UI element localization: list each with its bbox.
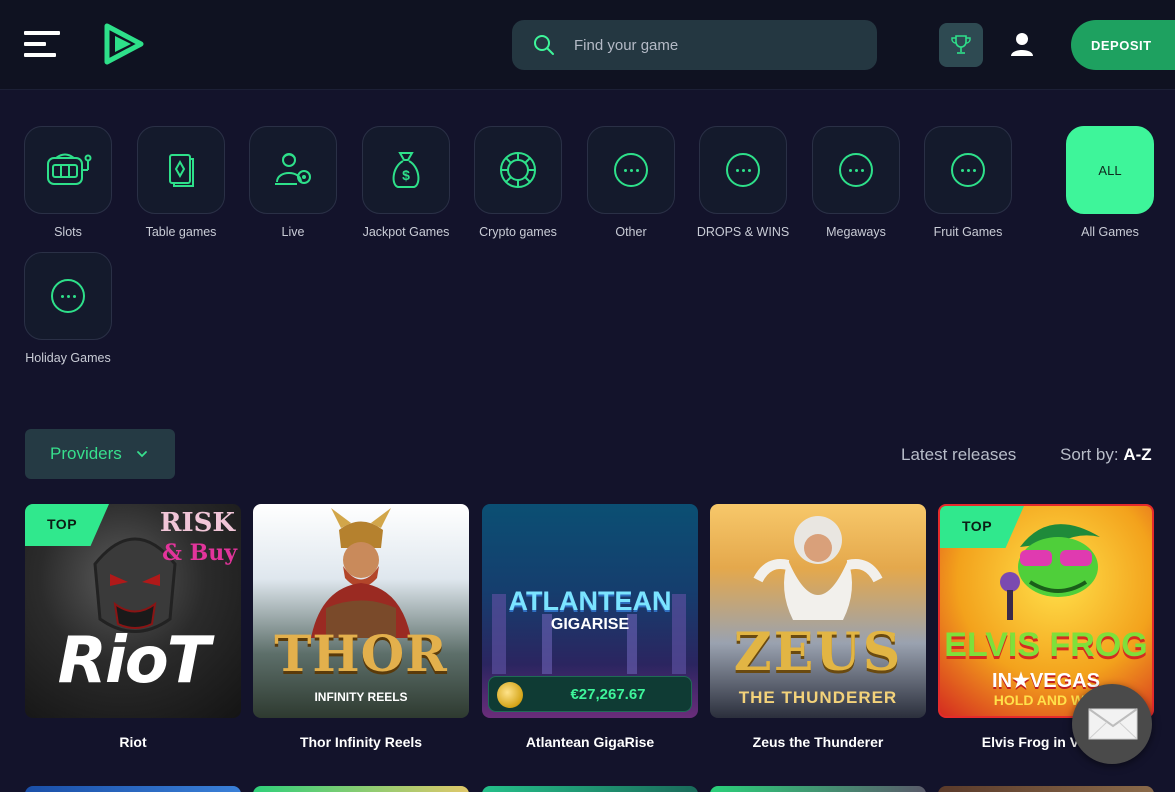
jackpot-counter: €27,267.67 [488, 676, 692, 712]
category-label: Other [615, 225, 647, 239]
game-art-title: ELVIS FROG [944, 626, 1148, 664]
game-card-riot[interactable]: RioT RISK & Buy TOP Riot [25, 504, 241, 750]
sort-selector[interactable]: Sort by: A-Z [1060, 445, 1152, 465]
game-art-title: RioT [57, 624, 211, 698]
category-label: All Games [1081, 225, 1139, 239]
category-label: DROPS & WINS [696, 225, 790, 239]
category-jackpot-games[interactable]: $ Jackpot Games [350, 126, 462, 239]
game-thumbnail[interactable]: THOR INFINITY REELS [253, 504, 469, 718]
category-other[interactable]: Other [575, 126, 687, 239]
category-drops-wins[interactable]: DROPS & WINS [687, 126, 799, 239]
category-label: Jackpot Games [362, 225, 450, 239]
game-title[interactable]: Atlantean GigaRise [482, 734, 698, 750]
category-table-games[interactable]: Table games [125, 126, 237, 239]
menu-icon[interactable] [24, 31, 62, 57]
category-fruit-games[interactable]: Fruit Games [912, 126, 1024, 239]
game-art-title: ATLANTEAN [508, 586, 672, 616]
money-bag-icon: $ [392, 152, 420, 188]
user-profile-icon[interactable] [1008, 30, 1036, 58]
more-icon [726, 153, 760, 187]
game-art-sub: GIGARISE [550, 616, 630, 633]
game-title[interactable]: Riot [25, 734, 241, 750]
search-input[interactable] [574, 20, 864, 70]
sort-prefix: Sort by: [1060, 445, 1119, 464]
category-label: Fruit Games [933, 225, 1003, 239]
slot-machine-icon [47, 153, 92, 185]
game-card-peek[interactable] [482, 786, 698, 792]
live-dealer-icon [275, 153, 311, 185]
game-card-peek[interactable] [938, 786, 1154, 792]
trophy-button[interactable] [939, 23, 983, 67]
game-art-sub: RISK [159, 508, 235, 538]
jackpot-value: €27,267.67 [570, 686, 646, 703]
latest-releases-link[interactable]: Latest releases [901, 445, 1016, 465]
game-card-thor-infinity-reels[interactable]: THOR INFINITY REELS Thor Infinity Reels [253, 504, 469, 750]
category-label: Table games [145, 225, 217, 239]
trophy-icon [951, 35, 971, 54]
game-art-sub: THE THUNDERER [738, 688, 898, 707]
cards-icon [169, 154, 194, 187]
chevron-down-icon [136, 451, 147, 458]
game-card-peek[interactable] [710, 786, 926, 792]
brand-logo-icon[interactable] [103, 22, 145, 66]
more-icon [951, 153, 985, 187]
game-art-title: THOR [274, 624, 448, 683]
game-thumbnail[interactable]: ZEUS THE THUNDERER [710, 504, 926, 718]
all-tile-text: ALL [1098, 162, 1122, 178]
search-bar[interactable] [512, 20, 877, 70]
category-label: Live [281, 225, 305, 239]
deposit-button[interactable]: DEPOSIT [1071, 20, 1175, 70]
category-slots[interactable]: Slots [12, 126, 124, 239]
top-header: DEPOSIT [0, 0, 1175, 90]
category-label: Slots [54, 225, 82, 239]
crypto-icon [500, 152, 536, 188]
coin-icon [497, 682, 523, 708]
more-icon [614, 153, 648, 187]
zeus-figure-art [753, 516, 883, 620]
category-label: Megaways [826, 225, 886, 239]
category-holiday-games[interactable]: Holiday Games [12, 252, 124, 365]
category-all-games[interactable]: ALL All Games [1054, 126, 1166, 239]
thor-warrior-art [311, 508, 411, 638]
search-icon [534, 35, 554, 55]
game-title[interactable]: Thor Infinity Reels [253, 734, 469, 750]
sort-value: A-Z [1123, 445, 1152, 464]
game-title[interactable]: Zeus the Thunderer [710, 734, 926, 750]
more-icon [51, 279, 85, 313]
category-crypto-games[interactable]: Crypto games [462, 126, 574, 239]
category-live[interactable]: Live [237, 126, 349, 239]
chat-button[interactable] [1072, 684, 1152, 764]
svg-text:$: $ [402, 167, 410, 183]
category-label: Holiday Games [25, 351, 111, 365]
mail-icon [1088, 708, 1138, 740]
game-card-atlantean-gigarise[interactable]: ATLANTEAN GIGARISE €27,267.67 Atlantean … [482, 504, 698, 750]
more-icon [839, 153, 873, 187]
game-art-title: ZEUS [733, 622, 903, 683]
game-card-zeus-the-thunderer[interactable]: ZEUS THE THUNDERER Zeus the Thunderer [710, 504, 926, 750]
providers-label: Providers [50, 444, 122, 463]
game-card-peek[interactable] [25, 786, 241, 792]
game-thumbnail[interactable]: ATLANTEAN GIGARISE €27,267.67 [482, 504, 698, 718]
game-thumbnail[interactable]: RioT RISK & Buy TOP [25, 504, 241, 718]
game-art-sub: INFINITY REELS [314, 690, 408, 704]
category-label: Crypto games [479, 225, 557, 239]
game-card-peek[interactable] [253, 786, 469, 792]
providers-dropdown[interactable]: Providers [25, 429, 175, 479]
game-art-sub: & Buy [162, 540, 237, 566]
category-megaways[interactable]: Megaways [800, 126, 912, 239]
